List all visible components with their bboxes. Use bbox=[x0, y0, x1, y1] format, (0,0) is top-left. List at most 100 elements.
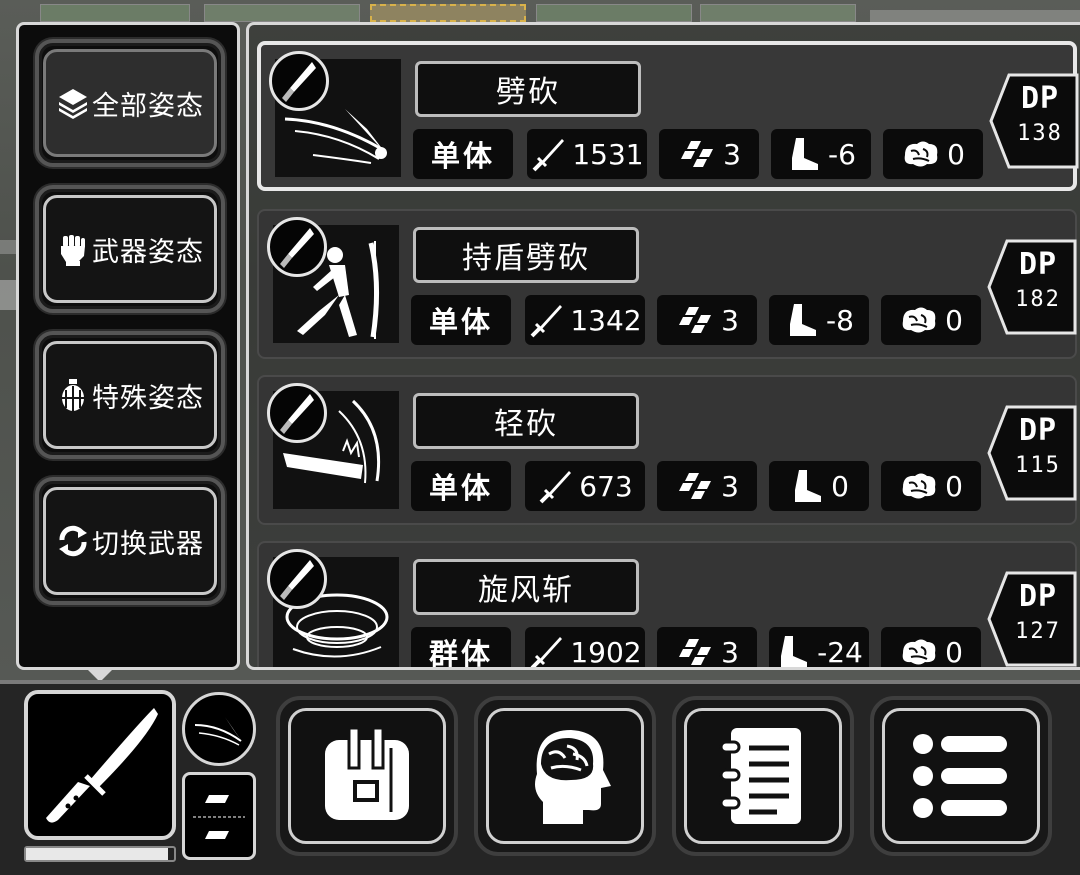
category-special-stances-button[interactable]: 特殊姿态 bbox=[35, 331, 225, 459]
damage-value: 1342 bbox=[570, 303, 642, 337]
move-stat: 0 bbox=[769, 461, 869, 511]
move-stat: -24 bbox=[769, 627, 869, 667]
move-stat: -6 bbox=[771, 129, 871, 179]
move-stat: -8 bbox=[769, 295, 869, 345]
cost-stat: 3 bbox=[657, 461, 757, 511]
cost-stat: 3 bbox=[657, 627, 757, 669]
dp-tag: DP 138 bbox=[989, 73, 1080, 169]
dp-value: 138 bbox=[1017, 121, 1063, 146]
sword-icon bbox=[528, 302, 564, 338]
category-label: 全部姿态 bbox=[92, 90, 204, 122]
target-type: 单体 bbox=[411, 461, 511, 511]
category-label: 特殊姿态 bbox=[92, 382, 204, 414]
category-label: 切换武器 bbox=[92, 528, 204, 560]
backpack-icon bbox=[325, 726, 409, 820]
dp-label: DP bbox=[1020, 81, 1060, 116]
dp-value: 182 bbox=[1015, 287, 1061, 312]
journal-button[interactable] bbox=[672, 696, 854, 856]
category-label: 武器姿态 bbox=[92, 236, 204, 268]
weapon-durability-bar bbox=[24, 846, 176, 862]
target-type: 单体 bbox=[411, 295, 511, 345]
equipped-weapon-button[interactable] bbox=[24, 690, 176, 840]
grenade-icon bbox=[56, 378, 90, 412]
brain-icon bbox=[901, 139, 941, 169]
cost-value: 3 bbox=[723, 137, 741, 171]
attack-mode-button[interactable] bbox=[182, 692, 256, 766]
mind-stat: 0 bbox=[881, 461, 981, 511]
sword-icon bbox=[528, 634, 564, 667]
boot-icon bbox=[775, 634, 811, 667]
footsteps-icon bbox=[677, 139, 717, 169]
dp-tag: DP 127 bbox=[987, 571, 1079, 667]
brain-icon bbox=[899, 305, 939, 335]
mind-value: 0 bbox=[945, 303, 963, 337]
cost-value: 3 bbox=[721, 303, 739, 337]
mind-value: 0 bbox=[947, 137, 965, 171]
dp-label: DP bbox=[1018, 247, 1058, 282]
move-value: -6 bbox=[828, 137, 856, 171]
main-menu-button[interactable] bbox=[870, 696, 1052, 856]
mind-stat: 0 bbox=[881, 627, 981, 669]
category-all-stances-button[interactable]: 全部姿态 bbox=[35, 39, 225, 167]
target-type: 单体 bbox=[413, 129, 513, 179]
knife-badge-icon bbox=[269, 51, 329, 111]
footsteps-icon bbox=[675, 471, 715, 501]
knife-icon bbox=[46, 708, 158, 823]
damage-stat: 1902 bbox=[525, 627, 645, 669]
brain-icon bbox=[899, 471, 939, 501]
sword-icon bbox=[530, 136, 566, 172]
skill-card-chop[interactable]: 劈砍 单体 1531 3 -6 0 DP 138 bbox=[257, 41, 1080, 191]
ammo-clips-icon bbox=[193, 795, 245, 839]
mind-stat: 0 bbox=[883, 129, 983, 179]
damage-value: 673 bbox=[579, 469, 633, 503]
damage-stat: 673 bbox=[525, 461, 645, 511]
ammo-slot-button[interactable] bbox=[182, 772, 256, 860]
cost-value: 3 bbox=[721, 635, 739, 669]
dp-label: DP bbox=[1018, 579, 1058, 614]
notebook-icon bbox=[719, 728, 801, 824]
mind-stat: 0 bbox=[881, 295, 981, 345]
fist-icon bbox=[56, 232, 90, 266]
brain-icon bbox=[899, 637, 939, 667]
footsteps-icon bbox=[675, 305, 715, 335]
category-switch-weapon-button[interactable]: 切换武器 bbox=[35, 477, 225, 605]
mind-value: 0 bbox=[945, 635, 963, 669]
skill-card-light-chop[interactable]: 轻砍 单体 673 3 0 0 DP 115 bbox=[257, 375, 1077, 525]
stance-category-panel: 全部姿态 武器姿态 特殊姿态 切换武器 bbox=[16, 22, 240, 670]
skill-card-whirlwind-slash[interactable]: 旋风斩 群体 1902 3 -24 0 DP 127 bbox=[257, 541, 1079, 669]
mind-value: 0 bbox=[945, 469, 963, 503]
boot-icon bbox=[786, 136, 822, 172]
skill-list: 劈砍 单体 1531 3 -6 0 DP 138 持盾劈砍 单体 1342 3 … bbox=[246, 22, 1080, 670]
dp-label: DP bbox=[1018, 413, 1058, 448]
footsteps-icon bbox=[675, 637, 715, 667]
swap-arrows-icon bbox=[56, 524, 90, 558]
skill-name: 劈砍 bbox=[415, 61, 641, 117]
inventory-button[interactable] bbox=[276, 696, 458, 856]
dp-value: 127 bbox=[1015, 619, 1061, 644]
durability-fill bbox=[26, 848, 169, 860]
skill-name: 旋风斩 bbox=[413, 559, 639, 615]
damage-stat: 1531 bbox=[527, 129, 647, 179]
dp-tag: DP 182 bbox=[987, 239, 1079, 335]
target-type: 群体 bbox=[411, 627, 511, 667]
boot-icon bbox=[784, 302, 820, 338]
toolbar-divider bbox=[0, 680, 1080, 684]
damage-value: 1902 bbox=[570, 635, 642, 669]
category-weapon-stances-button[interactable]: 武器姿态 bbox=[35, 185, 225, 313]
cost-value: 3 bbox=[721, 469, 739, 503]
cost-stat: 3 bbox=[659, 129, 759, 179]
skill-name: 轻砍 bbox=[413, 393, 639, 449]
menu-list-icon bbox=[913, 734, 1007, 818]
skills-brain-button[interactable] bbox=[474, 696, 656, 856]
dp-value: 115 bbox=[1015, 453, 1061, 478]
move-value: -8 bbox=[826, 303, 854, 337]
damage-stat: 1342 bbox=[525, 295, 645, 345]
knife-badge-icon bbox=[267, 217, 327, 277]
skill-card-shield-chop[interactable]: 持盾劈砍 单体 1342 3 -8 0 DP 182 bbox=[257, 209, 1077, 359]
damage-value: 1531 bbox=[572, 137, 644, 171]
stack-layers-icon bbox=[56, 86, 90, 120]
knife-badge-icon bbox=[267, 383, 327, 443]
dp-tag: DP 115 bbox=[987, 405, 1079, 501]
brain-head-icon bbox=[535, 730, 611, 824]
slash-splash-icon bbox=[194, 717, 243, 746]
